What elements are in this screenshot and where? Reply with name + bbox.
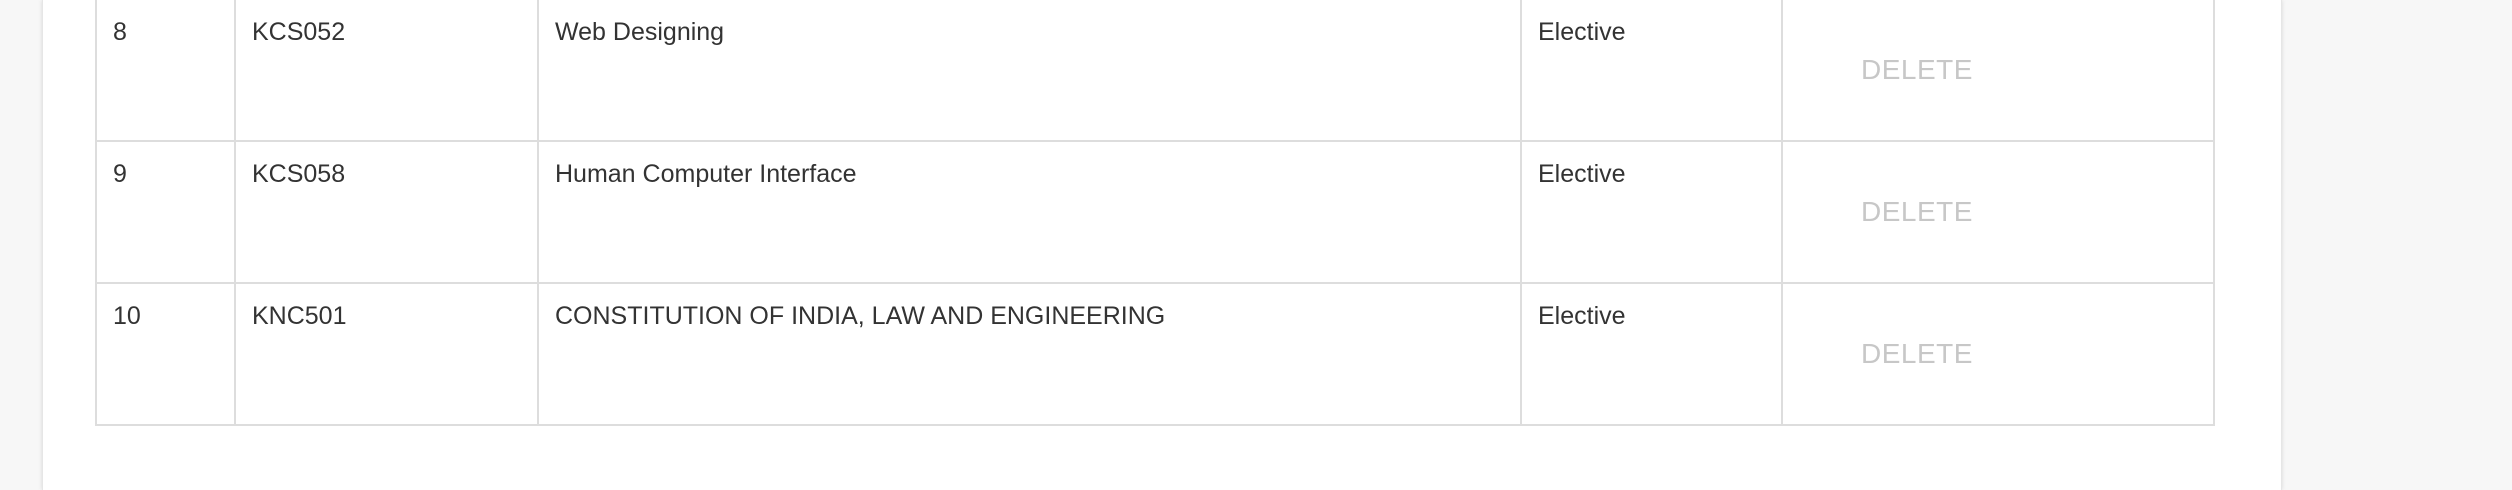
action-cell: DELETE <box>1781 0 2215 142</box>
course-code-cell: KCS058 <box>234 140 539 284</box>
course-name-cell: Human Computer Interface <box>537 140 1522 284</box>
course-type: Elective <box>1538 160 1626 188</box>
courses-table: 8 KCS052 Web Designing Elective DELETE 9… <box>95 0 2215 426</box>
course-name: Web Designing <box>555 18 725 46</box>
table-row: 9 KCS058 Human Computer Interface Electi… <box>95 140 2215 284</box>
serial-cell: 10 <box>95 282 236 426</box>
course-type-cell: Elective <box>1520 282 1783 426</box>
serial-cell: 8 <box>95 0 236 142</box>
action-cell: DELETE <box>1781 140 2215 284</box>
course-code: KCS058 <box>252 160 346 188</box>
table-row: 10 KNC501 CONSTITUTION OF INDIA, LAW AND… <box>95 282 2215 426</box>
serial-number: 10 <box>113 302 141 330</box>
course-name-cell: CONSTITUTION OF INDIA, LAW AND ENGINEERI… <box>537 282 1522 426</box>
course-type: Elective <box>1538 302 1626 330</box>
delete-button[interactable]: DELETE <box>1861 196 1973 228</box>
delete-button[interactable]: DELETE <box>1861 338 1973 370</box>
course-name: CONSTITUTION OF INDIA, LAW AND ENGINEERI… <box>555 302 1166 330</box>
course-code-cell: KCS052 <box>234 0 539 142</box>
course-name-cell: Web Designing <box>537 0 1522 142</box>
course-code-cell: KNC501 <box>234 282 539 426</box>
serial-cell: 9 <box>95 140 236 284</box>
course-code: KNC501 <box>252 302 347 330</box>
serial-number: 9 <box>113 160 127 188</box>
content-card: 8 KCS052 Web Designing Elective DELETE 9… <box>42 0 2282 490</box>
course-code: KCS052 <box>252 18 346 46</box>
course-type-cell: Elective <box>1520 140 1783 284</box>
course-name: Human Computer Interface <box>555 160 857 188</box>
action-cell: DELETE <box>1781 282 2215 426</box>
course-type-cell: Elective <box>1520 0 1783 142</box>
course-type: Elective <box>1538 18 1626 46</box>
delete-button[interactable]: DELETE <box>1861 54 1973 86</box>
serial-number: 8 <box>113 18 127 46</box>
table-row: 8 KCS052 Web Designing Elective DELETE <box>95 0 2215 142</box>
